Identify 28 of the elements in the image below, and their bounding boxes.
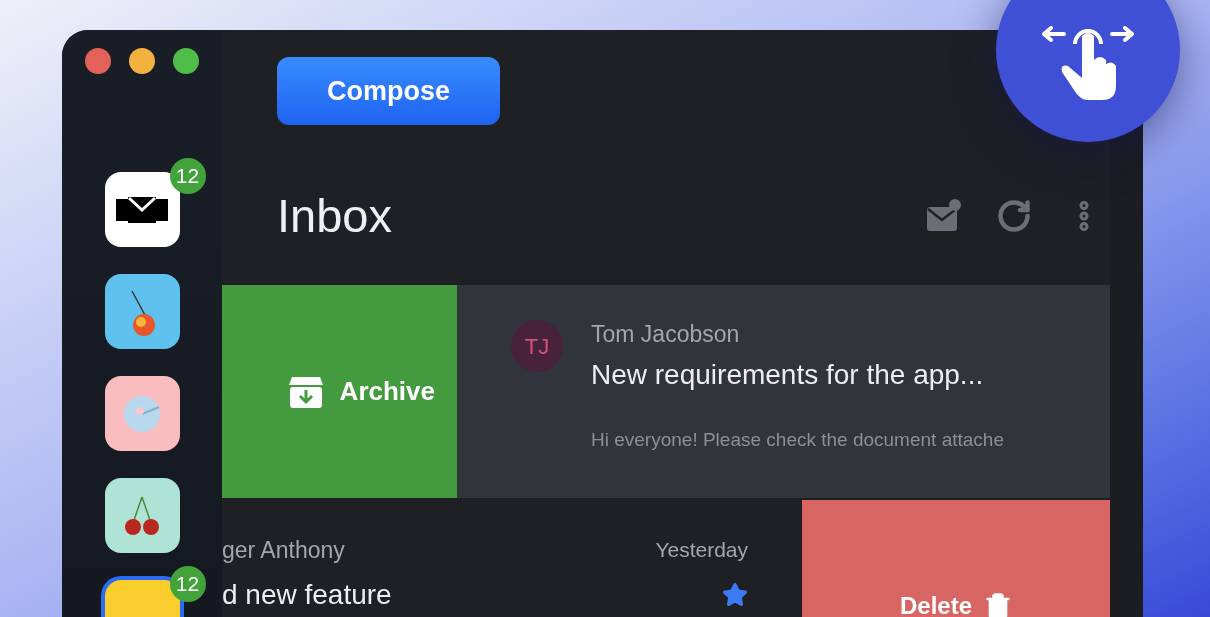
- zoom-window-button[interactable]: [173, 48, 199, 74]
- unread-count-badge: 12: [169, 158, 206, 194]
- compose-button[interactable]: Compose: [277, 57, 500, 125]
- delete-action[interactable]: Delete: [802, 500, 1110, 617]
- message-subject: d new feature: [222, 578, 392, 612]
- sender-name: ger Anthony: [222, 536, 346, 564]
- message-preview: Hi everyone! Please check the document attache: [591, 428, 1004, 452]
- archive-label: Archive: [339, 375, 435, 408]
- app-icon[interactable]: [104, 376, 180, 451]
- trash-icon: [984, 592, 1012, 617]
- message-subject: New requirements for the app...: [591, 358, 985, 392]
- app-icon[interactable]: [104, 274, 180, 349]
- envelopes-icon: [114, 194, 170, 225]
- archive-action[interactable]: Archive: [222, 285, 457, 498]
- refresh-icon[interactable]: [996, 198, 1032, 234]
- message-row[interactable]: TJ Tom Jacobson New requirements for the app... Hi everyone! Please check the document attache: [457, 285, 1110, 498]
- close-window-button[interactable]: [85, 48, 111, 74]
- inbox-title: Inbox: [277, 188, 392, 244]
- message-time: Yesterday: [655, 537, 748, 563]
- sender-avatar: TJ: [511, 320, 563, 372]
- mail-notification-icon[interactable]: [926, 199, 962, 233]
- delete-label: Delete: [899, 592, 972, 617]
- star-icon[interactable]: [722, 582, 748, 608]
- archive-box-icon: [287, 374, 324, 409]
- sender-name: Tom Jacobson: [591, 320, 741, 348]
- app-icon[interactable]: [104, 478, 180, 553]
- unread-count-badge: 12: [169, 566, 206, 602]
- minimize-window-button[interactable]: [129, 48, 155, 74]
